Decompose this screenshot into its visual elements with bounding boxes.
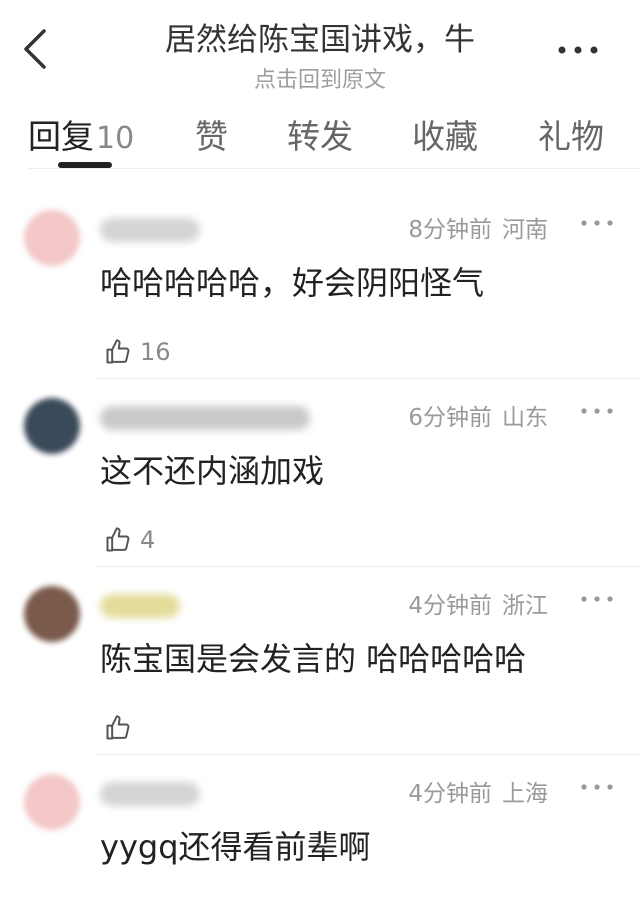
tab-replies-label: 回复 [28, 117, 94, 156]
like-count: 4 [140, 526, 156, 554]
tab-likes-label: 赞 [195, 117, 228, 156]
like-button[interactable]: 4 [104, 524, 155, 556]
comment-location: 浙江 [502, 593, 548, 619]
avatar[interactable] [24, 774, 80, 830]
comment-more-icon[interactable] [580, 592, 614, 606]
header: 居然给陈宝国讲戏，牛 点击回到原文 [0, 0, 640, 100]
tab-divider [28, 168, 640, 169]
back-to-article-link[interactable]: 点击回到原文 [0, 62, 640, 94]
comment-time: 8分钟前 [408, 217, 492, 243]
tab-favorites[interactable]: 收藏 [412, 110, 478, 158]
avatar[interactable] [24, 210, 80, 266]
page-title: 居然给陈宝国讲戏，牛 [165, 22, 475, 58]
tab-reposts-label: 转发 [287, 117, 353, 156]
more-options-icon[interactable] [556, 30, 604, 60]
comment-text: yygq还得看前辈啊 [100, 828, 371, 866]
like-count: 16 [140, 338, 171, 366]
comment-text: 陈宝国是会发言的 哈哈哈哈哈 [100, 640, 527, 678]
comment-meta: 6分钟前 山东 [408, 398, 548, 432]
comment-more-icon[interactable] [580, 216, 614, 230]
comment-time: 4分钟前 [408, 593, 492, 619]
comment-more-icon[interactable] [580, 404, 614, 418]
comment-meta: 4分钟前 上海 [408, 774, 548, 808]
thumbs-up-icon [106, 339, 130, 364]
username-blurred[interactable] [100, 594, 180, 618]
username-blurred[interactable] [100, 406, 310, 430]
comment-location: 山东 [502, 405, 548, 431]
tab-gifts-label: 礼物 [538, 117, 604, 156]
tab-replies[interactable]: 回复10 [28, 110, 134, 158]
comment-text: 这不还内涵加戏 [100, 452, 325, 490]
comment-item: 4分钟前 浙江 陈宝国是会发言的 哈哈哈哈哈 [0, 564, 640, 754]
comment-item: 8分钟前 河南 哈哈哈哈哈，好会阴阳怪气 16 [0, 188, 640, 378]
tab-bar: 回复10 赞 转发 收藏 礼物 [0, 104, 640, 164]
comment-location: 上海 [502, 781, 548, 807]
tab-favorites-label: 收藏 [412, 117, 478, 156]
comment-location: 河南 [502, 217, 548, 243]
comment-item: 4分钟前 上海 yygq还得看前辈啊 [0, 752, 640, 900]
comment-meta: 8分钟前 河南 [408, 210, 548, 244]
comment-meta: 4分钟前 浙江 [408, 586, 548, 620]
comment-more-icon[interactable] [580, 780, 614, 794]
thumbs-up-icon [106, 715, 130, 740]
thumbs-up-icon [106, 527, 130, 552]
username-blurred[interactable] [100, 218, 200, 242]
tab-gifts[interactable]: 礼物 [538, 110, 604, 158]
comment-text: 哈哈哈哈哈，好会阴阳怪气 [100, 264, 485, 302]
tab-likes[interactable]: 赞 [195, 110, 228, 158]
username-blurred[interactable] [100, 782, 200, 806]
tab-replies-count: 10 [96, 121, 135, 156]
avatar[interactable] [24, 586, 80, 642]
comment-item: 6分钟前 山东 这不还内涵加戏 4 [0, 376, 640, 566]
like-button[interactable]: 16 [104, 336, 171, 368]
like-button[interactable] [104, 712, 140, 744]
comment-time: 6分钟前 [408, 405, 492, 431]
avatar[interactable] [24, 398, 80, 454]
comment-time: 4分钟前 [408, 781, 492, 807]
tab-reposts[interactable]: 转发 [287, 110, 353, 158]
